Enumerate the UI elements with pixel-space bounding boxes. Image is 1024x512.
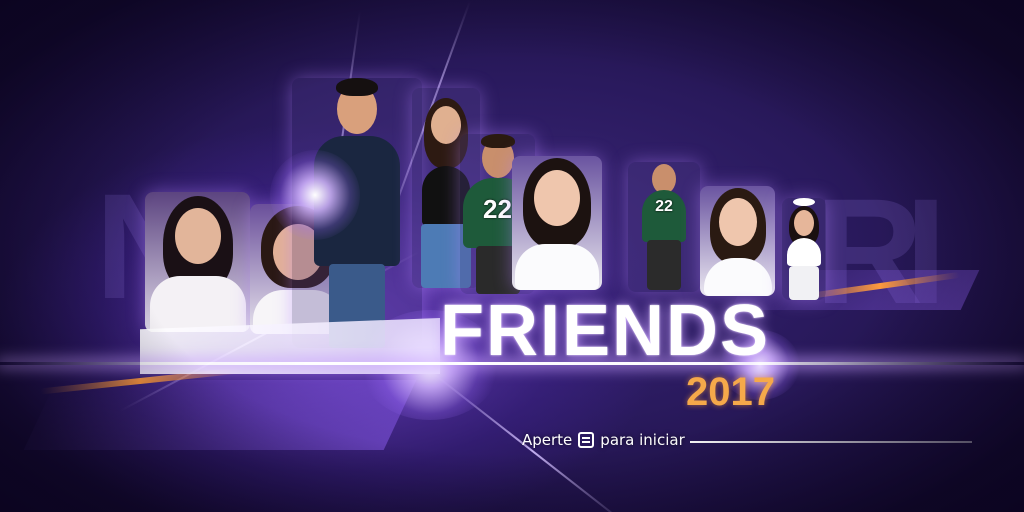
player-face: [174, 208, 221, 264]
player-girl-halo: [782, 198, 826, 300]
prompt-underline: [690, 441, 972, 443]
prompt-text-after: para iniciar: [600, 431, 685, 449]
player-face: [534, 170, 580, 226]
player-girl-center: [512, 156, 602, 290]
player-face: [718, 198, 757, 246]
menu-button-icon: [578, 432, 595, 448]
player-man-running: 22: [628, 162, 700, 292]
player-girl-right: [700, 186, 775, 296]
title-screen: N R I 22: [0, 0, 1024, 512]
light-shard: [23, 380, 417, 450]
halo-icon: [793, 198, 815, 206]
jersey-number: 22: [655, 198, 673, 215]
game-title: FRIENDS: [440, 291, 771, 371]
background-letter-i: I: [905, 167, 951, 335]
jersey-number: 22: [483, 194, 512, 224]
player-girl-left-1: [145, 192, 250, 332]
press-start-prompt[interactable]: Aperte para iniciar: [522, 431, 685, 449]
game-year: 2017: [686, 370, 775, 414]
lens-flare: [270, 150, 360, 240]
player-face: [431, 106, 461, 144]
player-face: [794, 210, 814, 236]
prompt-text-before: Aperte: [522, 431, 573, 449]
